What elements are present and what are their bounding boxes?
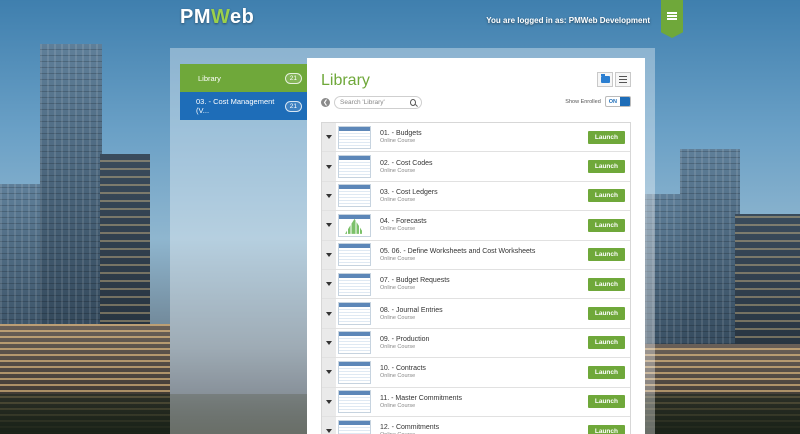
course-thumbnail xyxy=(338,360,371,384)
expand-caret-icon[interactable] xyxy=(322,123,336,152)
launch-button[interactable]: Launch xyxy=(587,248,625,262)
course-row: 03. - Cost Ledgers Online Course Launch xyxy=(322,181,630,212)
show-enrolled: Show Enrolled ON xyxy=(565,96,631,107)
launch-button[interactable]: Launch xyxy=(587,307,625,321)
list-view-button[interactable] xyxy=(615,72,631,87)
toggle-knob xyxy=(620,97,630,106)
course-thumbnail xyxy=(338,125,371,149)
course-thumbnail xyxy=(338,390,371,414)
folder-icon xyxy=(600,74,610,83)
course-row: 10. - Contracts Online Course Launch xyxy=(322,358,630,388)
search-icon[interactable] xyxy=(410,99,416,106)
search-row: ❮ xyxy=(321,96,422,109)
expand-caret-icon[interactable] xyxy=(322,299,336,328)
course-row: 01. - Budgets Online Course Launch xyxy=(322,123,630,153)
launch-button[interactable]: Launch xyxy=(587,277,625,291)
course-row: 05. 06. - Define Worksheets and Cost Wor… xyxy=(322,240,630,270)
sidebar-item-label: 03. - Cost Management (V... xyxy=(196,97,275,115)
list-icon xyxy=(619,76,627,83)
pmweb-logo[interactable]: PMWeb xyxy=(180,6,254,29)
launch-button[interactable]: Launch xyxy=(587,424,625,434)
show-enrolled-label: Show Enrolled xyxy=(565,98,601,105)
expand-caret-icon[interactable] xyxy=(322,387,336,416)
course-row: 11. - Master Commitments Online Course Lau… xyxy=(322,387,630,417)
course-thumbnail xyxy=(338,243,371,267)
course-thumbnail xyxy=(338,302,371,326)
folder-view-button[interactable] xyxy=(597,72,613,87)
course-list: 01. - Budgets Online Course Launch 02. - Co… xyxy=(321,122,631,434)
back-icon[interactable]: ❮ xyxy=(321,98,330,107)
course-thumbnail xyxy=(338,184,371,208)
launch-button[interactable]: Launch xyxy=(587,218,625,232)
course-row: 09. - Production Online Course Launch xyxy=(322,328,630,359)
course-row: 08. - Journal Entries Online Course Launch xyxy=(322,299,630,329)
expand-caret-icon[interactable] xyxy=(322,152,336,181)
course-thumbnail xyxy=(338,213,371,237)
page-title: Library xyxy=(321,72,370,89)
course-row: 04. - Forecasts Online Course Launch xyxy=(322,211,630,241)
expand-caret-icon[interactable] xyxy=(322,416,336,434)
menu-button[interactable] xyxy=(661,0,683,38)
toggle-label: ON xyxy=(608,98,617,105)
course-thumbnail xyxy=(338,155,371,179)
count-badge: 21 xyxy=(284,100,302,112)
count-badge: 21 xyxy=(284,72,302,84)
sidebar-item-cost-management[interactable]: 03. - Cost Management (V... 21 xyxy=(180,92,308,120)
search-input[interactable] xyxy=(340,99,410,106)
show-enrolled-toggle[interactable]: ON xyxy=(604,96,631,107)
course-row: 07. - Budget Requests Online Course Launch xyxy=(322,269,630,300)
sidebar: Library 21 03. - Cost Management (V... 2… xyxy=(180,64,308,120)
course-row: 02. - Cost Codes Online Course Launch xyxy=(322,152,630,182)
hamburger-icon xyxy=(667,12,677,20)
launch-button[interactable]: Launch xyxy=(587,130,625,144)
expand-caret-icon[interactable] xyxy=(322,269,336,299)
expand-caret-icon[interactable] xyxy=(322,328,336,358)
expand-caret-icon[interactable] xyxy=(322,181,336,211)
expand-caret-icon[interactable] xyxy=(322,211,336,240)
launch-button[interactable]: Launch xyxy=(587,365,625,379)
launch-button[interactable]: Launch xyxy=(587,189,625,203)
sidebar-item-library[interactable]: Library 21 xyxy=(180,64,308,92)
sidebar-item-label: Library xyxy=(198,73,221,83)
search-box xyxy=(334,96,422,109)
course-row: 12. - CommitmentsOnline CourseLaunch xyxy=(322,416,630,434)
expand-caret-icon[interactable] xyxy=(322,358,336,387)
course-thumbnail xyxy=(338,331,371,355)
launch-button[interactable]: Launch xyxy=(587,336,625,350)
launch-button[interactable]: Launch xyxy=(587,395,625,409)
logged-in-status: You are logged in as: PMWeb Development xyxy=(486,16,650,25)
view-toggle xyxy=(597,72,631,87)
expand-caret-icon[interactable] xyxy=(322,240,336,269)
library-content: Library ❮ Show Enrolled ON 01. - Budgets… xyxy=(307,58,645,434)
course-thumbnail xyxy=(338,419,371,434)
course-thumbnail xyxy=(338,272,371,296)
launch-button[interactable]: Launch xyxy=(587,160,625,174)
